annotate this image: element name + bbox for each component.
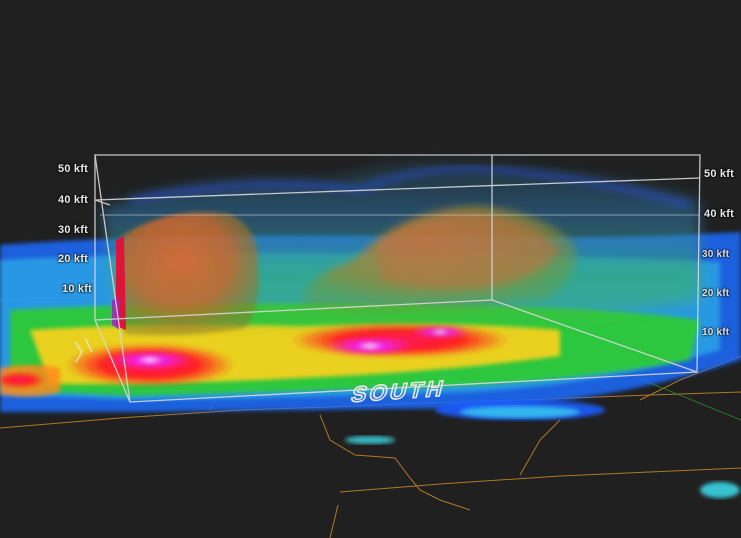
- radar-3d-viewport[interactable]: SOUTH 50 kft 40 kft 30 kft 20 kft 10 kft…: [0, 0, 741, 538]
- alt-label-left-30: 30 kft: [58, 224, 88, 236]
- alt-label-right-10: 10 kft: [702, 327, 730, 338]
- alt-label-right-50: 50 kft: [704, 168, 734, 180]
- alt-label-left-40: 40 kft: [58, 194, 88, 206]
- alt-label-right-20: 20 kft: [702, 288, 730, 299]
- alt-label-right-40: 40 kft: [704, 208, 734, 220]
- alt-label-right-30: 30 kft: [702, 249, 730, 260]
- alt-label-left-10: 10 kft: [62, 283, 92, 295]
- alt-label-left-50: 50 kft: [58, 163, 88, 175]
- radar-3d-scene[interactable]: SOUTH: [0, 0, 741, 538]
- storm-cell-west: [112, 211, 259, 336]
- alt-label-left-20: 20 kft: [58, 253, 88, 265]
